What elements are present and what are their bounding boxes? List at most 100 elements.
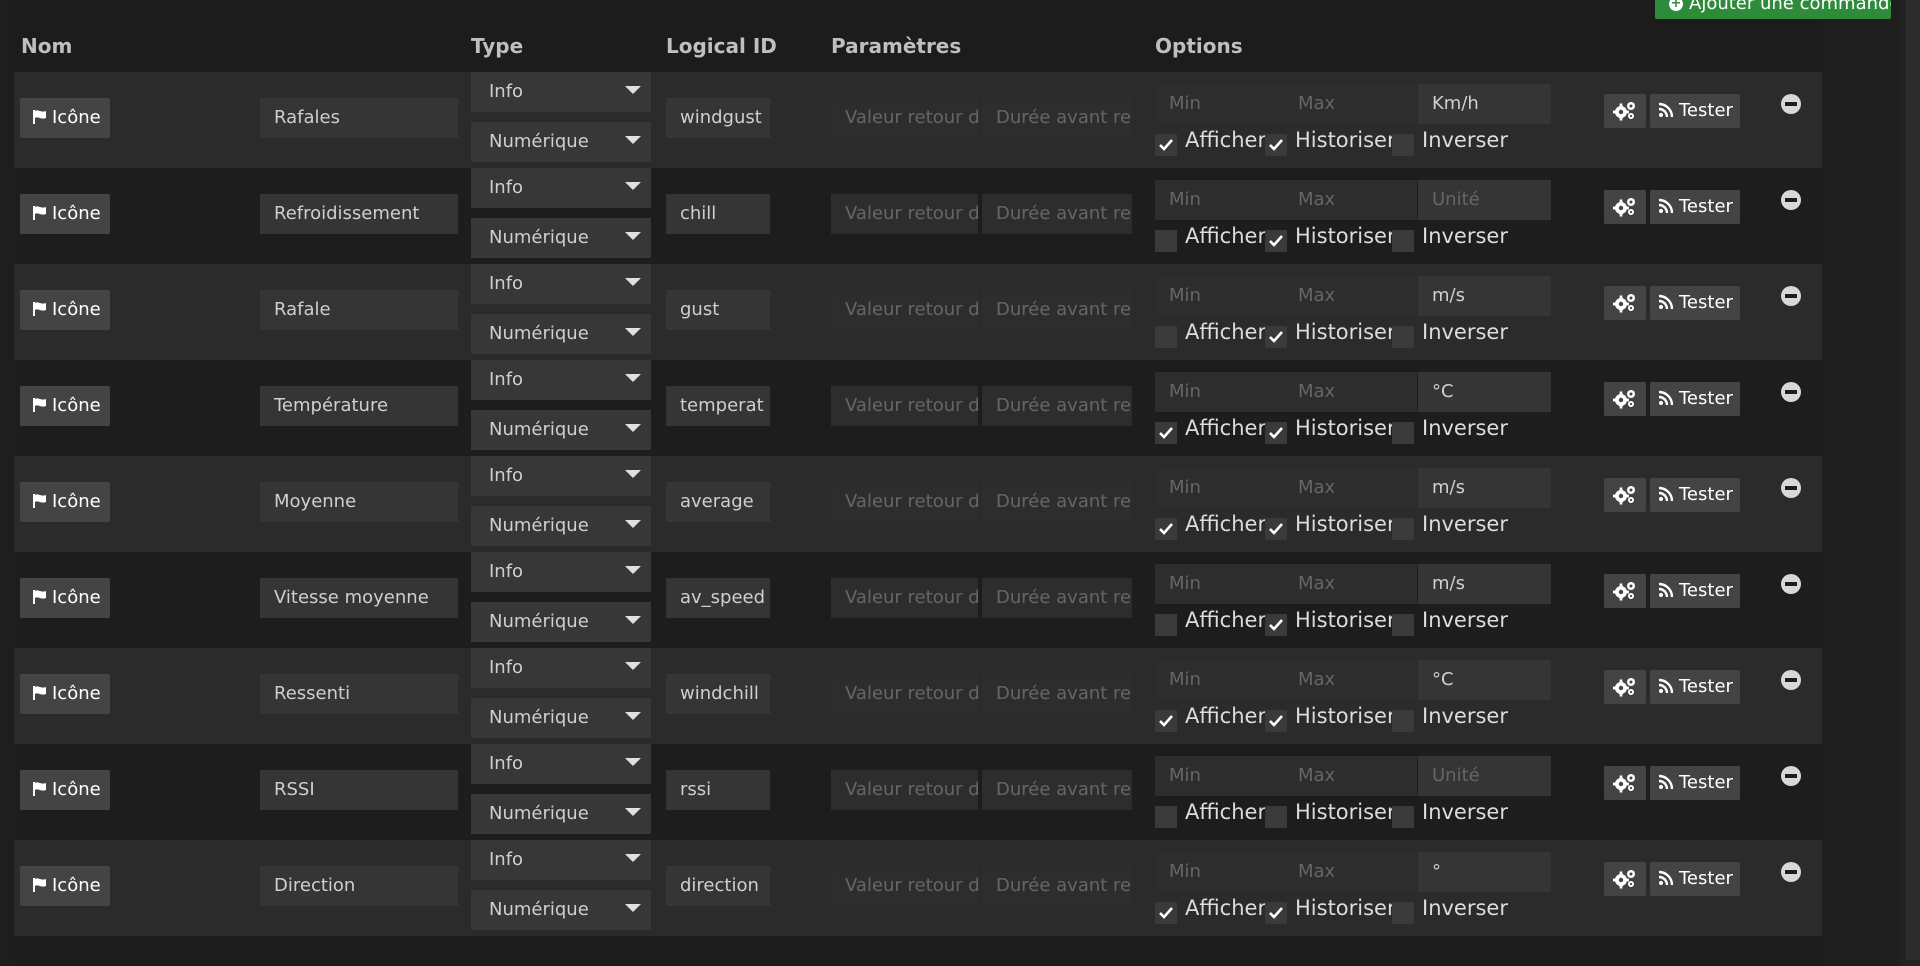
min-input[interactable]: Min <box>1169 276 1201 316</box>
min-input[interactable]: Min <box>1169 852 1201 892</box>
command-name-input[interactable]: Température <box>260 386 458 426</box>
test-button[interactable]: Tester <box>1650 574 1740 608</box>
min-max-inputs[interactable]: Min Max <box>1155 756 1417 796</box>
command-name-input[interactable]: Rafale <box>260 290 458 330</box>
icon-choose-button[interactable]: Icône <box>20 290 110 330</box>
historiser-checkbox[interactable] <box>1265 902 1287 924</box>
command-name-input[interactable]: RSSI <box>260 770 458 810</box>
afficher-checkbox[interactable] <box>1155 614 1177 636</box>
remove-command-icon[interactable] <box>1781 382 1801 402</box>
icon-choose-button[interactable]: Icône <box>20 770 110 810</box>
type-select[interactable]: Info <box>471 264 651 304</box>
historiser-checkbox[interactable] <box>1265 230 1287 252</box>
afficher-checkbox[interactable] <box>1155 710 1177 732</box>
historiser-checkbox[interactable] <box>1265 326 1287 348</box>
afficher-checkbox[interactable] <box>1155 422 1177 444</box>
min-max-inputs[interactable]: Min Max <box>1155 372 1417 412</box>
icon-choose-button[interactable]: Icône <box>20 386 110 426</box>
subtype-select[interactable]: Numérique <box>471 410 651 450</box>
test-button[interactable]: Tester <box>1650 670 1740 704</box>
return-delay-input[interactable]: Durée avant re <box>982 290 1132 330</box>
test-button[interactable]: Tester <box>1650 862 1740 896</box>
unit-input[interactable]: Km/h <box>1418 84 1551 124</box>
unit-input[interactable]: m/s <box>1418 468 1551 508</box>
min-input[interactable]: Min <box>1169 564 1201 604</box>
return-delay-input[interactable]: Durée avant re <box>982 674 1132 714</box>
inverser-checkbox[interactable] <box>1392 806 1414 828</box>
subtype-select[interactable]: Numérique <box>471 794 651 834</box>
min-max-inputs[interactable]: Min Max <box>1155 564 1417 604</box>
inverser-checkbox[interactable] <box>1392 230 1414 252</box>
remove-command-icon[interactable] <box>1781 574 1801 594</box>
return-value-input[interactable]: Valeur retour d <box>831 290 978 330</box>
remove-command-icon[interactable] <box>1781 862 1801 882</box>
return-delay-input[interactable]: Durée avant re <box>982 386 1132 426</box>
remove-command-icon[interactable] <box>1781 190 1801 210</box>
test-button[interactable]: Tester <box>1650 382 1740 416</box>
min-input[interactable]: Min <box>1169 468 1201 508</box>
min-max-inputs[interactable]: Min Max <box>1155 180 1417 220</box>
icon-choose-button[interactable]: Icône <box>20 866 110 906</box>
scrollbar-track[interactable] <box>1900 0 1920 966</box>
subtype-select[interactable]: Numérique <box>471 890 651 930</box>
scrollbar-thumb[interactable] <box>1906 0 1920 960</box>
type-select[interactable]: Info <box>471 456 651 496</box>
logical-id-input[interactable]: rssi <box>666 770 770 810</box>
max-input[interactable]: Max <box>1298 180 1335 220</box>
configure-button[interactable] <box>1604 382 1646 416</box>
historiser-checkbox[interactable] <box>1265 134 1287 156</box>
return-value-input[interactable]: Valeur retour d <box>831 386 978 426</box>
afficher-checkbox[interactable] <box>1155 134 1177 156</box>
type-select[interactable]: Info <box>471 648 651 688</box>
command-name-input[interactable]: Rafales <box>260 98 458 138</box>
icon-choose-button[interactable]: Icône <box>20 578 110 618</box>
test-button[interactable]: Tester <box>1650 478 1740 512</box>
type-select[interactable]: Info <box>471 744 651 784</box>
subtype-select[interactable]: Numérique <box>471 218 651 258</box>
configure-button[interactable] <box>1604 574 1646 608</box>
inverser-checkbox[interactable] <box>1392 710 1414 732</box>
command-name-input[interactable]: Refroidissement <box>260 194 458 234</box>
return-delay-input[interactable]: Durée avant re <box>982 578 1132 618</box>
min-input[interactable]: Min <box>1169 756 1201 796</box>
historiser-checkbox[interactable] <box>1265 518 1287 540</box>
subtype-select[interactable]: Numérique <box>471 122 651 162</box>
icon-choose-button[interactable]: Icône <box>20 194 110 234</box>
logical-id-input[interactable]: direction <box>666 866 770 906</box>
subtype-select[interactable]: Numérique <box>471 698 651 738</box>
subtype-select[interactable]: Numérique <box>471 314 651 354</box>
return-value-input[interactable]: Valeur retour d <box>831 578 978 618</box>
logical-id-input[interactable]: gust <box>666 290 770 330</box>
max-input[interactable]: Max <box>1298 756 1335 796</box>
min-max-inputs[interactable]: Min Max <box>1155 84 1417 124</box>
command-name-input[interactable]: Ressenti <box>260 674 458 714</box>
unit-input[interactable]: m/s <box>1418 564 1551 604</box>
max-input[interactable]: Max <box>1298 372 1335 412</box>
test-button[interactable]: Tester <box>1650 94 1740 128</box>
type-select[interactable]: Info <box>471 168 651 208</box>
max-input[interactable]: Max <box>1298 84 1335 124</box>
configure-button[interactable] <box>1604 478 1646 512</box>
remove-command-icon[interactable] <box>1781 478 1801 498</box>
return-delay-input[interactable]: Durée avant re <box>982 482 1132 522</box>
return-value-input[interactable]: Valeur retour d <box>831 482 978 522</box>
afficher-checkbox[interactable] <box>1155 902 1177 924</box>
inverser-checkbox[interactable] <box>1392 518 1414 540</box>
min-max-inputs[interactable]: Min Max <box>1155 660 1417 700</box>
icon-choose-button[interactable]: Icône <box>20 674 110 714</box>
historiser-checkbox[interactable] <box>1265 422 1287 444</box>
historiser-checkbox[interactable] <box>1265 614 1287 636</box>
subtype-select[interactable]: Numérique <box>471 602 651 642</box>
return-delay-input[interactable]: Durée avant re <box>982 194 1132 234</box>
unit-input[interactable]: m/s <box>1418 276 1551 316</box>
historiser-checkbox[interactable] <box>1265 710 1287 732</box>
return-value-input[interactable]: Valeur retour d <box>831 866 978 906</box>
remove-command-icon[interactable] <box>1781 94 1801 114</box>
icon-choose-button[interactable]: Icône <box>20 482 110 522</box>
min-max-inputs[interactable]: Min Max <box>1155 468 1417 508</box>
command-name-input[interactable]: Moyenne <box>260 482 458 522</box>
configure-button[interactable] <box>1604 190 1646 224</box>
inverser-checkbox[interactable] <box>1392 134 1414 156</box>
configure-button[interactable] <box>1604 286 1646 320</box>
configure-button[interactable] <box>1604 670 1646 704</box>
